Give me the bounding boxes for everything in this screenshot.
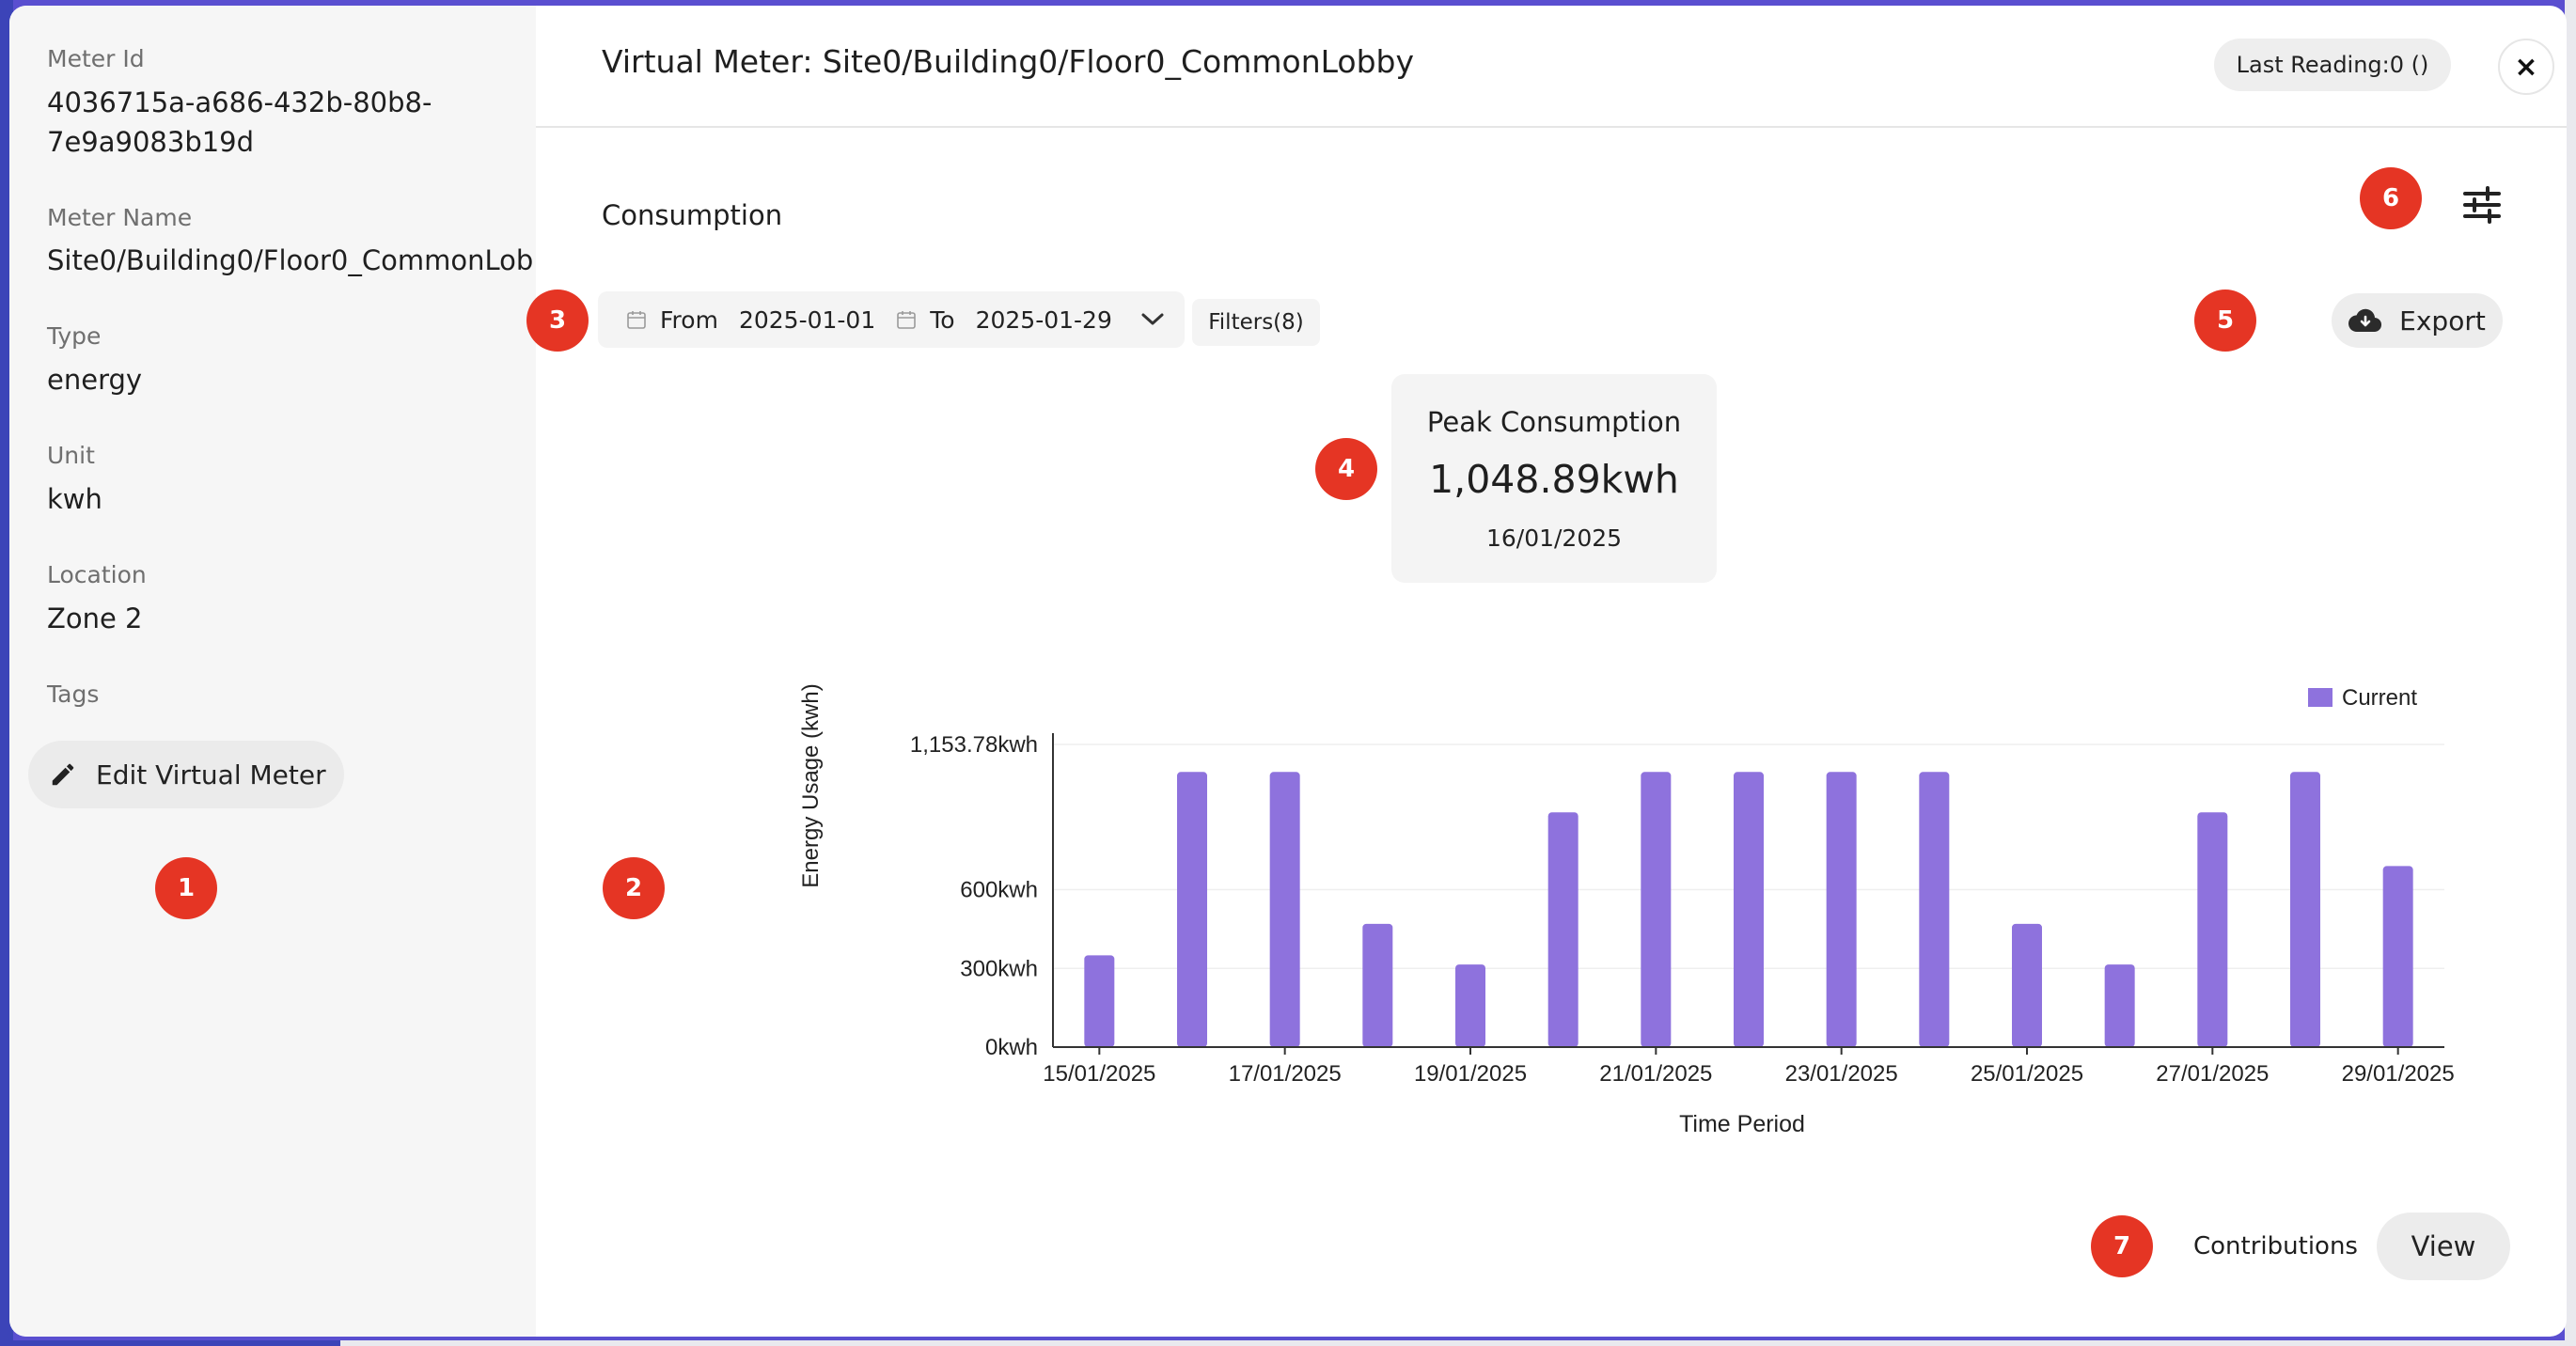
meter-details-panel: Meter Id 4036715a-a686-432b-80b8- 7e9a90… xyxy=(9,6,536,1337)
energy-usage-bar-chart: 0kwh 300kwh 600kwh 1,153.78kwh 15/01/2025 17/… xyxy=(798,683,2455,1137)
annotation-marker-5: 5 xyxy=(2194,290,2256,352)
chart-x-tick-label: 17/01/2025 xyxy=(1229,1061,1342,1087)
page-title: Virtual Meter: Site0/Building0/Floor0_Co… xyxy=(602,43,1415,80)
chart-bar-15-01-2025 xyxy=(1084,955,1115,1047)
chart-y-tick-label: 1,153.78kwh xyxy=(910,732,1038,758)
close-icon: × xyxy=(2514,50,2538,84)
chart-bar-27-01-2025 xyxy=(2197,812,2228,1047)
annotation-marker-2: 2 xyxy=(603,857,665,919)
chart-x-tick-label: 15/01/2025 xyxy=(1043,1061,1155,1087)
chart-bar-28-01-2025 xyxy=(2290,772,2320,1047)
date-range-picker[interactable]: From 2025-01-01 To 2025-01-29 xyxy=(598,291,1185,348)
annotation-marker-1: 1 xyxy=(155,857,217,919)
chart-y-tick-label: 0kwh xyxy=(985,1035,1038,1060)
close-button[interactable]: × xyxy=(2498,39,2554,95)
virtual-meter-modal: Meter Id 4036715a-a686-432b-80b8- 7e9a90… xyxy=(9,6,2567,1337)
export-button[interactable]: Export xyxy=(2332,293,2503,348)
edit-virtual-meter-button[interactable]: Edit Virtual Meter xyxy=(28,741,344,808)
calendar-icon xyxy=(627,311,646,329)
legend-swatch xyxy=(2308,688,2333,707)
chart-y-tick-label: 600kwh xyxy=(960,878,1038,903)
chart-x-tick-label: 21/01/2025 xyxy=(1599,1061,1712,1087)
chart-bar-24-01-2025 xyxy=(1919,772,1950,1047)
peak-consumption-card: Peak Consumption 1,048.89kwh 16/01/2025 xyxy=(1391,374,1717,583)
meter-id-label: Meter Id xyxy=(47,45,145,72)
to-date-input[interactable]: 2025-01-29 xyxy=(976,306,1112,334)
chart-bar-19-01-2025 xyxy=(1455,964,1485,1047)
calendar-icon xyxy=(897,311,917,329)
tags-label: Tags xyxy=(47,681,100,708)
chart-bar-23-01-2025 xyxy=(1826,772,1857,1047)
annotation-marker-7: 7 xyxy=(2091,1215,2153,1277)
chart-x-tick-label: 27/01/2025 xyxy=(2156,1061,2269,1087)
from-label: From xyxy=(660,305,718,334)
meter-name-label: Meter Name xyxy=(47,204,193,231)
type-label: Type xyxy=(47,322,102,350)
unit-value: kwh xyxy=(47,483,102,515)
chart-bar-16-01-2025 xyxy=(1177,772,1207,1047)
chart-bars xyxy=(1084,772,2413,1047)
to-label: To xyxy=(930,305,955,334)
chart-bar-26-01-2025 xyxy=(2104,964,2135,1047)
consumption-section-title: Consumption xyxy=(602,199,783,231)
contributions-label: Contributions xyxy=(2193,1232,2358,1260)
background-app-bottom-accent xyxy=(13,1340,340,1346)
background-app-bottom xyxy=(13,1340,2565,1346)
chart-x-axis-label: Time Period xyxy=(1679,1111,1805,1137)
annotation-marker-4: 4 xyxy=(1315,438,1377,500)
pencil-icon xyxy=(52,763,74,786)
sliders-icon[interactable] xyxy=(2461,184,2503,226)
chart-bar-17-01-2025 xyxy=(1269,772,1300,1047)
chart-x-tick-label: 29/01/2025 xyxy=(2342,1061,2455,1087)
chart-bar-20-01-2025 xyxy=(1547,812,1579,1047)
peak-consumption-value: 1,048.89kwh xyxy=(1429,457,1679,502)
meter-name-value: Site0/Building0/Floor0_CommonLob xyxy=(47,244,534,276)
peak-consumption-date: 16/01/2025 xyxy=(1485,524,1623,552)
chart-bar-18-01-2025 xyxy=(1362,923,1393,1047)
chart-x-tick-label: 23/01/2025 xyxy=(1785,1061,1898,1087)
chart-x-tick-label: 25/01/2025 xyxy=(1971,1061,2083,1087)
peak-consumption-title: Peak Consumption xyxy=(1426,406,1682,438)
export-label: Export xyxy=(2399,305,2486,336)
chevron-down-icon[interactable] xyxy=(1140,312,1165,327)
chart-y-tick-label: 300kwh xyxy=(960,956,1038,981)
filters-button[interactable]: Filters(8) xyxy=(1192,299,1320,346)
annotation-marker-3: 3 xyxy=(526,290,589,352)
chart-bar-21-01-2025 xyxy=(1641,772,1672,1047)
chart-x-tick-label: 19/01/2025 xyxy=(1414,1061,1527,1087)
meter-id-value: 4036715a-a686-432b-80b8- 7e9a9083b19d xyxy=(47,83,432,162)
edit-virtual-meter-label: Edit Virtual Meter xyxy=(96,759,326,790)
view-contributions-button[interactable]: View xyxy=(2377,1213,2510,1280)
type-value: energy xyxy=(47,364,143,396)
legend-label: Current xyxy=(2342,685,2417,711)
annotation-marker-6: 6 xyxy=(2360,167,2422,229)
chart-y-axis-label: Energy Usage (kwh) xyxy=(798,683,824,887)
location-value: Zone 2 xyxy=(47,603,143,634)
from-date-input[interactable]: 2025-01-01 xyxy=(739,306,875,334)
modal-header: Virtual Meter: Site0/Building0/Floor0_Co… xyxy=(536,6,2567,128)
unit-label: Unit xyxy=(47,442,95,469)
chart-bar-25-01-2025 xyxy=(2012,923,2042,1047)
last-reading-badge: Last Reading:0 () xyxy=(2214,39,2451,91)
cloud-download-icon xyxy=(2348,308,2382,333)
meter-id-line-1: 4036715a-a686-432b-80b8- xyxy=(47,86,432,118)
chart-bar-29-01-2025 xyxy=(2382,866,2413,1047)
location-label: Location xyxy=(47,561,147,588)
chart-bar-22-01-2025 xyxy=(1734,772,1764,1047)
meter-id-line-2: 7e9a9083b19d xyxy=(47,126,255,158)
